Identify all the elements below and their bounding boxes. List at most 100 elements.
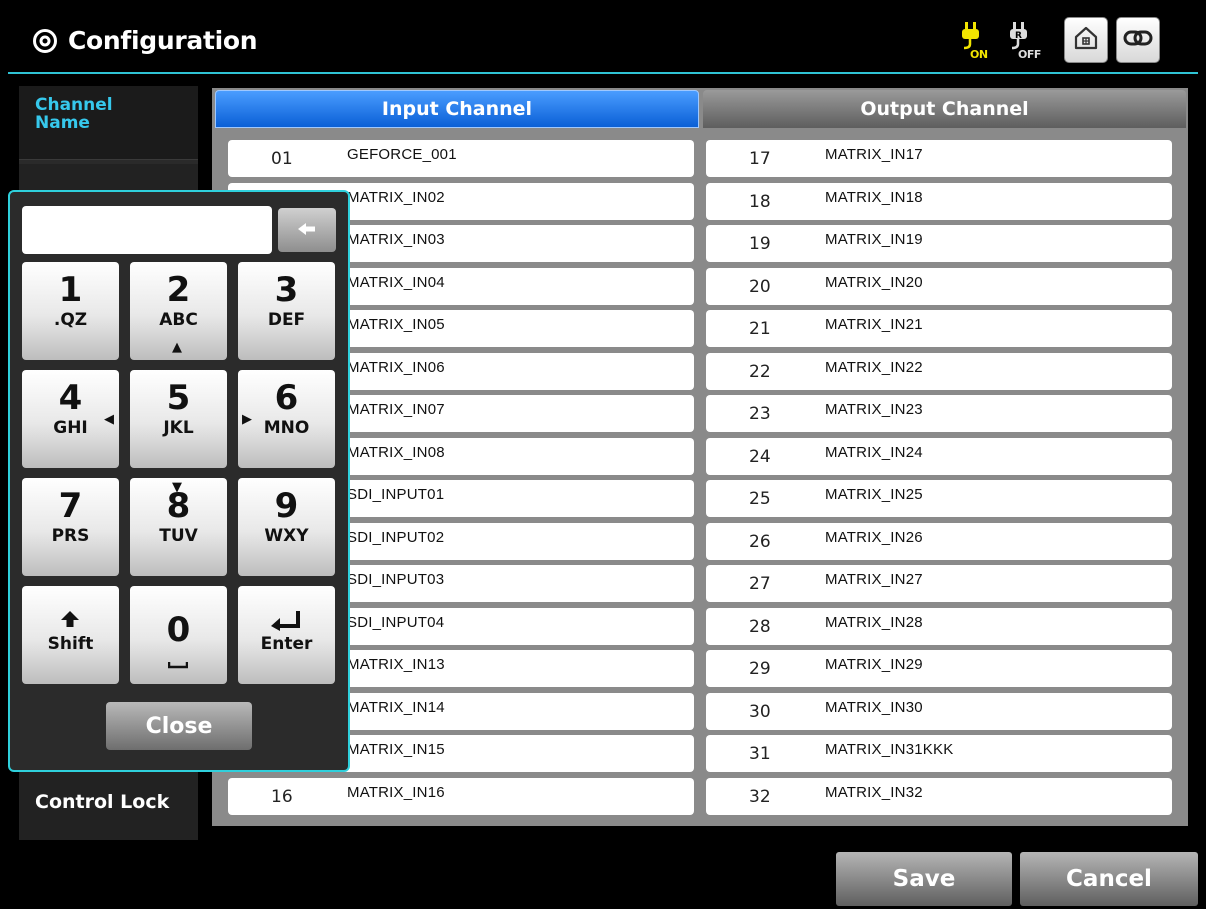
channel-name[interactable]: MATRIX_IN14 — [347, 699, 445, 716]
channel-name[interactable]: MATRIX_IN16 — [347, 784, 445, 801]
enter-key[interactable]: Enter — [238, 586, 335, 684]
power-on-label: ON — [970, 48, 988, 61]
keypad-key-6[interactable]: 6 MNO ▶ — [238, 370, 335, 468]
channel-name[interactable]: MATRIX_IN32 — [825, 784, 923, 801]
link-button[interactable] — [1116, 17, 1160, 63]
channel-row[interactable]: 01 GEFORCE_001 — [228, 140, 694, 177]
channel-number: 24 — [749, 446, 771, 467]
power-plug-off-icon: R — [1004, 20, 1044, 50]
channel-row[interactable]: 29 MATRIX_IN29 — [706, 650, 1172, 687]
channel-name[interactable]: MATRIX_IN03 — [347, 231, 445, 248]
channel-row[interactable]: 27 MATRIX_IN27 — [706, 565, 1172, 602]
home-icon — [1073, 25, 1099, 55]
channel-name[interactable]: MATRIX_IN15 — [347, 741, 445, 758]
save-button[interactable]: Save — [836, 852, 1012, 906]
channel-row[interactable]: 21 MATRIX_IN21 — [706, 310, 1172, 347]
power-plug-on-icon — [956, 20, 996, 50]
channel-row[interactable]: 19 MATRIX_IN19 — [706, 225, 1172, 262]
key-digit: 1 — [58, 270, 83, 310]
channel-name[interactable]: MATRIX_IN04 — [347, 274, 445, 291]
sidebar-item-control-lock[interactable]: Control Lock — [19, 766, 198, 840]
channel-name[interactable]: MATRIX_IN31KKK — [825, 741, 953, 758]
channel-number: 16 — [271, 786, 293, 807]
key-digit: 7 — [58, 486, 83, 526]
channel-number: 31 — [749, 744, 771, 764]
channel-row[interactable]: 16 MATRIX_IN16 — [228, 777, 694, 815]
key-digit: 2 — [166, 270, 191, 310]
channel-name[interactable]: MATRIX_IN30 — [825, 699, 923, 716]
key-letters: PRS — [51, 526, 90, 546]
channel-row[interactable]: 17 MATRIX_IN17 — [706, 140, 1172, 177]
channel-row[interactable]: 24 MATRIX_IN24 — [706, 437, 1172, 475]
keypad-text-input[interactable] — [22, 206, 272, 254]
channel-name[interactable]: MATRIX_IN27 — [825, 571, 923, 588]
space-icon — [167, 654, 189, 673]
channel-name[interactable]: MATRIX_IN25 — [825, 486, 923, 503]
cancel-button[interactable]: Cancel — [1020, 852, 1198, 906]
channel-row[interactable]: 23 MATRIX_IN23 — [706, 395, 1172, 432]
keypad-key-3[interactable]: 3 DEF — [238, 262, 335, 360]
channel-name[interactable]: MATRIX_IN05 — [347, 316, 445, 333]
channel-row[interactable]: 25 MATRIX_IN25 — [706, 480, 1172, 517]
channel-row[interactable]: 31 MATRIX_IN31KKK — [706, 735, 1172, 772]
up-triangle-icon: ▲ — [172, 340, 182, 355]
channel-name[interactable]: SDI_INPUT02 — [347, 529, 444, 546]
channel-name[interactable]: MATRIX_IN22 — [825, 359, 923, 376]
channel-name[interactable]: SDI_INPUT04 — [347, 614, 444, 631]
channel-number: 17 — [749, 149, 771, 169]
keypad-popup: 1 .QZ 2 ABC ▲ 3 DEF 4 GHI ◀ 5 JKL 6 MNO ▶ 7 PRS 8 TUV ▼ 9 WXY… — [8, 190, 350, 772]
channel-row[interactable]: 22 MATRIX_IN22 — [706, 352, 1172, 390]
channel-name[interactable]: MATRIX_IN29 — [825, 656, 923, 673]
channel-name[interactable]: MATRIX_IN20 — [825, 274, 923, 291]
channel-name[interactable]: MATRIX_IN24 — [825, 444, 923, 461]
tab-input-channel[interactable]: Input Channel — [215, 90, 699, 128]
key-letters: .QZ — [53, 310, 88, 330]
keypad-key-2[interactable]: 2 ABC ▲ — [130, 262, 227, 360]
channel-name[interactable]: MATRIX_IN02 — [347, 189, 445, 206]
channel-name[interactable]: MATRIX_IN18 — [825, 189, 923, 206]
right-triangle-icon: ▶ — [242, 412, 252, 427]
channel-row[interactable]: 26 MATRIX_IN26 — [706, 522, 1172, 560]
keypad-key-1[interactable]: 1 .QZ — [22, 262, 119, 360]
channel-number: 27 — [749, 574, 771, 594]
channel-number: 25 — [749, 489, 771, 509]
channel-name[interactable]: SDI_INPUT01 — [347, 486, 444, 503]
channel-name[interactable]: MATRIX_IN06 — [347, 359, 445, 376]
tab-output-channel[interactable]: Output Channel — [703, 90, 1186, 128]
keypad-close-button[interactable]: Close — [106, 702, 252, 750]
backspace-button[interactable] — [278, 208, 336, 252]
channel-name[interactable]: MATRIX_IN21 — [825, 316, 923, 333]
keypad-key-8[interactable]: 8 TUV ▼ — [130, 478, 227, 576]
power-off-label: OFF — [1018, 48, 1041, 61]
channel-number: 01 — [271, 149, 293, 169]
shift-key[interactable]: Shift — [22, 586, 119, 684]
left-triangle-icon: ◀ — [104, 412, 114, 427]
zero-key[interactable]: 0 — [130, 586, 227, 684]
channel-name[interactable]: MATRIX_IN07 — [347, 401, 445, 418]
keypad-key-9[interactable]: 9 WXY — [238, 478, 335, 576]
channel-name[interactable]: SDI_INPUT03 — [347, 571, 444, 588]
channel-number: 22 — [749, 361, 771, 382]
channel-name[interactable]: MATRIX_IN17 — [825, 146, 923, 163]
channel-name[interactable]: MATRIX_IN08 — [347, 444, 445, 461]
key-letters: WXY — [264, 526, 309, 546]
channel-name[interactable]: MATRIX_IN28 — [825, 614, 923, 631]
shift-arrow-icon — [60, 610, 80, 632]
home-button[interactable] — [1064, 17, 1108, 63]
channel-name[interactable]: GEFORCE_001 — [347, 146, 457, 163]
power-on-button[interactable]: ON — [956, 20, 996, 64]
channel-name[interactable]: MATRIX_IN26 — [825, 529, 923, 546]
power-off-button[interactable]: R OFF — [1004, 20, 1044, 64]
channel-name[interactable]: MATRIX_IN13 — [347, 656, 445, 673]
keypad-key-4[interactable]: 4 GHI ◀ — [22, 370, 119, 468]
channel-row[interactable]: 28 MATRIX_IN28 — [706, 607, 1172, 645]
keypad-key-7[interactable]: 7 PRS — [22, 478, 119, 576]
channel-row[interactable]: 32 MATRIX_IN32 — [706, 777, 1172, 815]
channel-row[interactable]: 18 MATRIX_IN18 — [706, 182, 1172, 220]
keypad-key-5[interactable]: 5 JKL — [130, 370, 227, 468]
channel-row[interactable]: 30 MATRIX_IN30 — [706, 692, 1172, 730]
sidebar-item-channel-name[interactable]: Channel Name — [19, 86, 198, 160]
channel-row[interactable]: 20 MATRIX_IN20 — [706, 267, 1172, 305]
channel-name[interactable]: MATRIX_IN19 — [825, 231, 923, 248]
channel-name[interactable]: MATRIX_IN23 — [825, 401, 923, 418]
